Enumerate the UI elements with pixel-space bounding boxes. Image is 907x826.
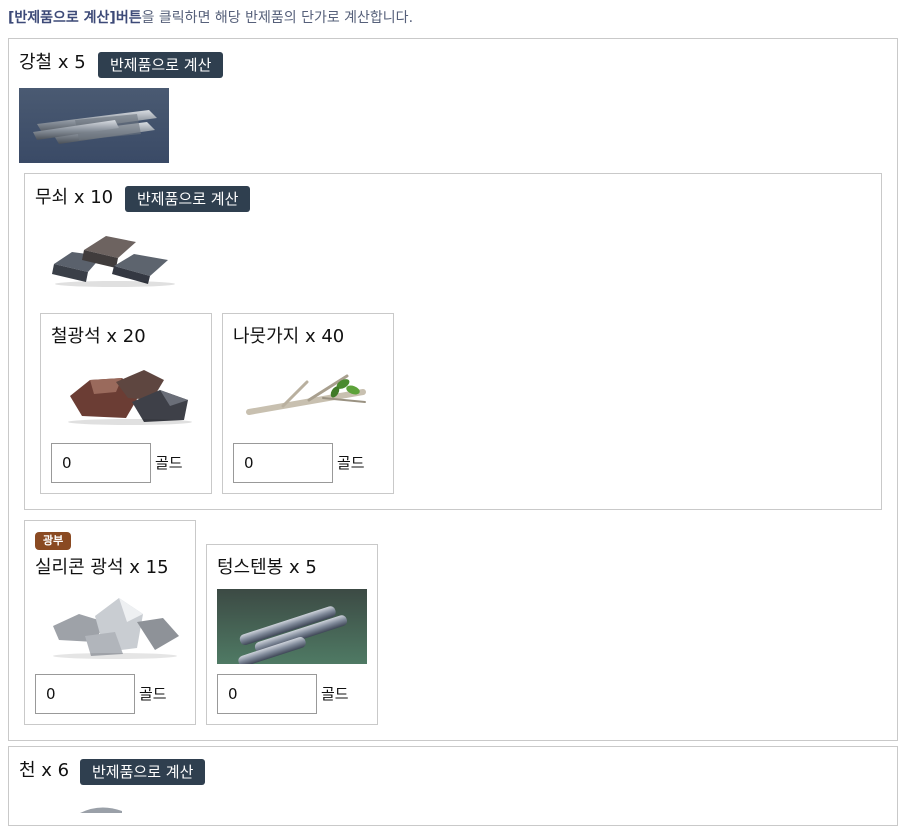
twig-title: 나뭇가지 x 40	[233, 326, 345, 347]
twig-unit-label: 골드	[337, 454, 365, 472]
twig-icon	[246, 374, 366, 415]
pig-iron-calc-button[interactable]: 반제품으로 계산	[125, 186, 251, 212]
cloth-title: 천 x 6	[19, 760, 70, 781]
steel-bars-icon	[19, 88, 169, 163]
iron-ore-icon	[68, 370, 192, 425]
cloth-icon	[80, 807, 122, 813]
pig-iron-title: 무쇠 x 10	[35, 187, 114, 208]
instruction-rest: 을 클릭하면 해당 반제품의 단가로 계산합니다.	[141, 10, 414, 26]
twig-price-input[interactable]	[233, 443, 333, 483]
iron-ingots-icon	[52, 236, 175, 287]
iron-ore-title: 철광석 x 20	[51, 326, 146, 347]
silicon-ore-icon	[53, 598, 179, 659]
tungsten-rods-icon	[217, 589, 367, 664]
tungsten-rod-title: 텅스텐봉 x 5	[217, 557, 317, 578]
instruction-highlight: [반제품으로 계산]버튼	[8, 10, 142, 26]
iron-ore-unit-label: 골드	[155, 454, 183, 472]
silicon-ore-title: 실리콘 광석 x 15	[35, 557, 169, 578]
steel-title: 강철 x 5	[19, 52, 86, 73]
cloth-card	[8, 746, 898, 826]
cloth-calc-button[interactable]: 반제품으로 계산	[80, 759, 206, 785]
iron-ore-price-input[interactable]	[51, 443, 151, 483]
silicon-ore-unit-label: 골드	[139, 685, 167, 703]
tungsten-rod-unit-label: 골드	[321, 685, 349, 703]
miner-badge: 광부	[35, 532, 72, 550]
silicon-ore-price-input[interactable]	[35, 674, 135, 714]
tungsten-rod-price-input[interactable]	[217, 674, 317, 714]
steel-calc-button[interactable]: 반제품으로 계산	[98, 52, 224, 78]
instruction-text: [반제품으로 계산]버튼을 클릭하면 해당 반제품의 단가로 계산합니다.	[8, 7, 413, 27]
